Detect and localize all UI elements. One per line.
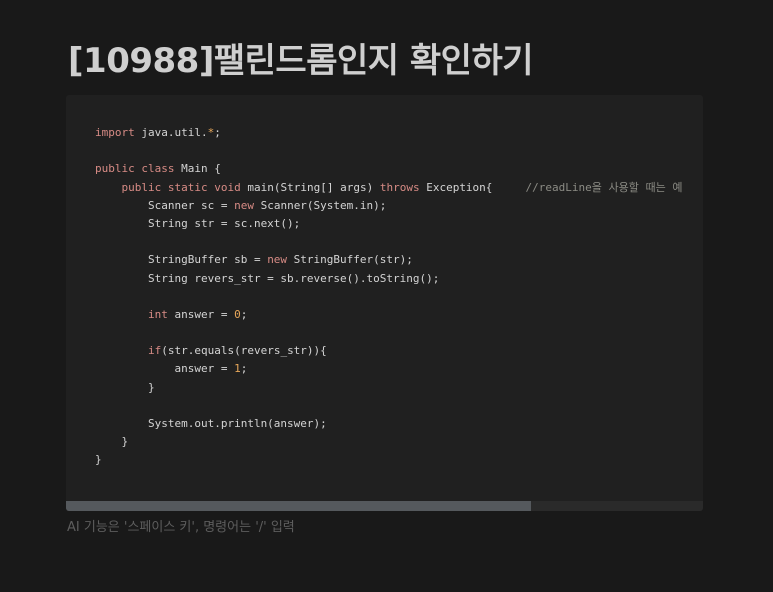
code-line-1: import java.util.*; [95, 126, 221, 139]
code-line-14: answer = 1; [95, 362, 248, 376]
code-comment: //readLine을 사용할 때는 예 [525, 180, 683, 194]
code-scroll-area[interactable]: import java.util.*; public class Main { … [66, 95, 703, 501]
code-line-13: if(str.equals(revers_str)){ [147, 344, 327, 358]
code-line-9: String revers_str = sb.reverse().toStrin… [95, 271, 440, 285]
keyword-import: import [95, 126, 135, 139]
code-line-4: public static void main(String[] args) t… [121, 180, 683, 194]
code-line-11: int answer = 0; [147, 307, 248, 321]
scrollbar-thumb[interactable] [66, 501, 531, 511]
horizontal-scrollbar[interactable] [66, 501, 703, 511]
code-line-6: String str = sc.next(); [95, 216, 301, 230]
code-line-8: StringBuffer sb = new StringBuffer(str); [95, 253, 413, 267]
code-line-17: System.out.println(answer); [95, 417, 327, 430]
code-line-18: } [95, 435, 129, 449]
editor-page: [10988]팰린드롬인지 확인하기 import java.util.*; p… [0, 0, 773, 592]
code-content[interactable]: import java.util.*; public class Main { … [95, 124, 682, 470]
code-line-15: } [95, 380, 155, 394]
code-line-3: public class Main { [95, 162, 221, 176]
code-line-5: Scanner sc = new Scanner(System.in); [95, 198, 387, 212]
block-placeholder-hint[interactable]: AI 기능은 '스페이스 키', 명령어는 '/' 입력 [67, 518, 295, 538]
page-title[interactable]: [10988]팰린드롬인지 확인하기 [68, 36, 534, 86]
code-block[interactable]: import java.util.*; public class Main { … [66, 95, 703, 511]
code-line-19: } [95, 453, 102, 467]
